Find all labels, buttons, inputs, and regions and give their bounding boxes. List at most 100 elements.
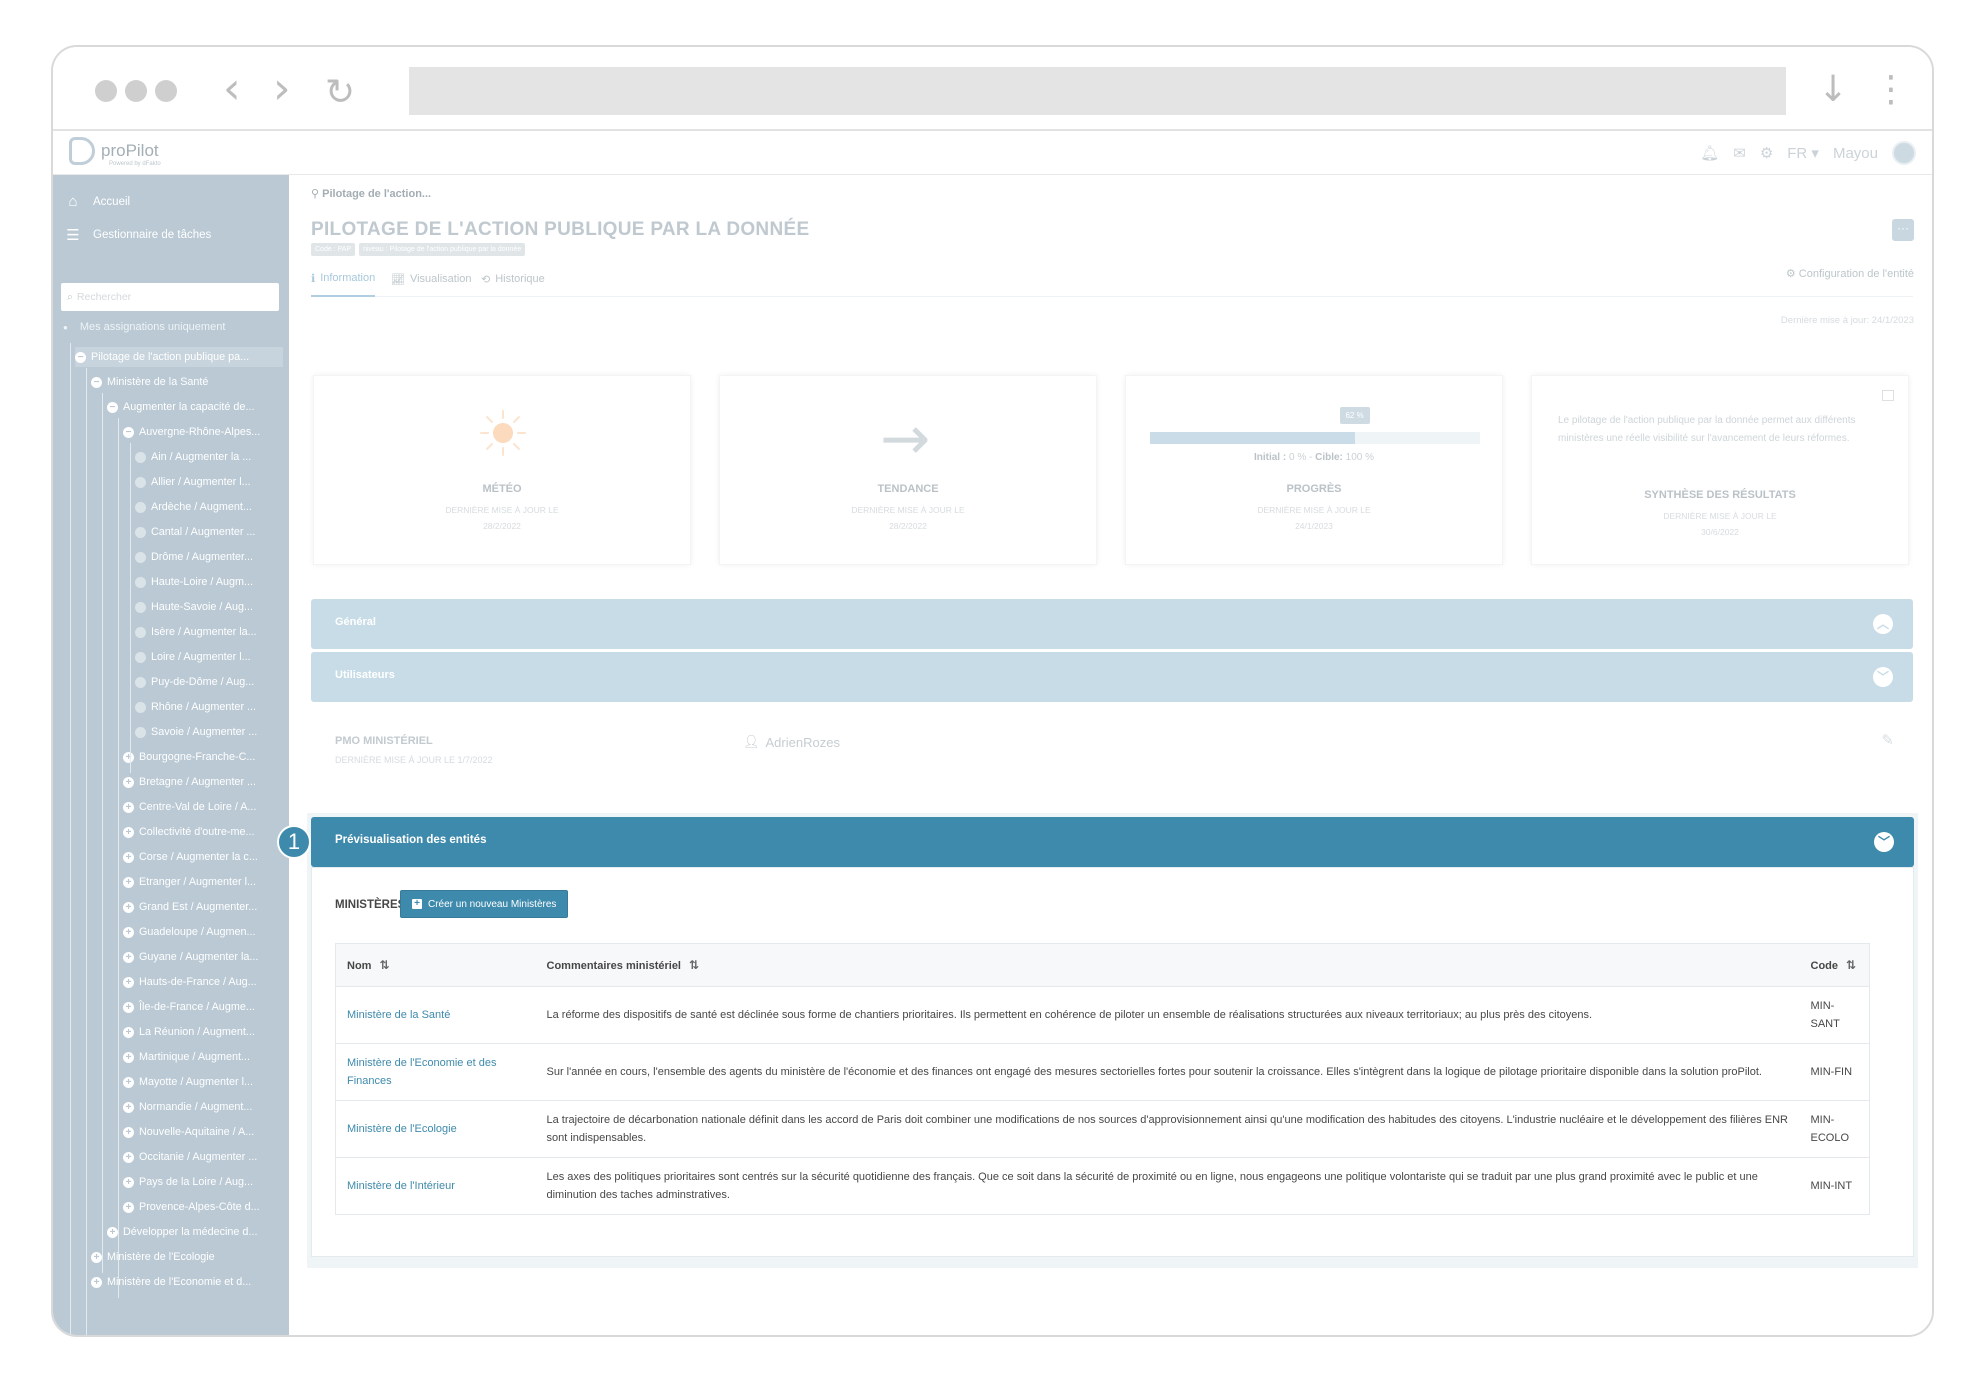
user-name[interactable]: Mayou — [1833, 145, 1878, 162]
sort-icon[interactable]: ⇅ — [379, 958, 389, 972]
synthese-card[interactable]: Le pilotage de l'action publique par la … — [1531, 375, 1909, 565]
expand-icon[interactable]: + — [91, 1251, 102, 1263]
expand-icon[interactable]: + — [123, 1151, 134, 1163]
leaf-dot-icon[interactable] — [135, 651, 146, 663]
tree-node[interactable]: − Augmenter la capacité de... — [107, 397, 283, 417]
assignments-filter[interactable]: ● Mes assignations uniquement — [63, 321, 225, 333]
tree-node[interactable]: + Ministère de l'Economie et d... — [91, 1272, 283, 1292]
sort-icon[interactable]: ⇅ — [1846, 958, 1856, 972]
expand-icon[interactable]: + — [91, 1276, 102, 1288]
ministere-name-link[interactable]: Ministère de la Santé — [335, 986, 536, 1044]
leaf-dot-icon[interactable] — [135, 476, 146, 488]
window-dot-icon[interactable] — [95, 80, 117, 102]
expand-icon[interactable]: + — [123, 1051, 134, 1063]
tree-node[interactable]: Loire / Augmenter l... — [135, 647, 283, 667]
tree-node[interactable]: + Occitanie / Augmenter ... — [123, 1147, 283, 1167]
expand-icon[interactable]: + — [123, 1201, 134, 1213]
tab-information[interactable]: ℹ Information — [311, 267, 376, 297]
window-dot-icon[interactable] — [155, 80, 177, 102]
leaf-dot-icon[interactable] — [135, 501, 146, 513]
tree-node[interactable]: + Collectivité d'outre-me... — [123, 822, 283, 842]
tree-node[interactable]: + Provence-Alpes-Côte d... — [123, 1197, 283, 1217]
image-icon[interactable] — [1882, 390, 1894, 401]
tree-node[interactable]: Cantal / Augmenter ... — [135, 522, 283, 542]
tree-node[interactable]: Puy-de-Dôme / Aug... — [135, 672, 283, 692]
column-header-nom[interactable]: Nom ⇅ — [335, 943, 536, 987]
expand-icon[interactable]: + — [123, 1001, 134, 1013]
breadcrumb[interactable]: ⚲ Pilotage de l'action... — [311, 187, 431, 200]
column-header-code[interactable]: Code ⇅ — [1799, 943, 1870, 987]
leaf-dot-icon[interactable] — [135, 676, 146, 688]
tree-node[interactable]: Haute-Savoie / Aug... — [135, 597, 283, 617]
tree-node[interactable]: + Martinique / Augment... — [123, 1047, 283, 1067]
chevron-down-icon[interactable]: ﹀ — [1873, 667, 1893, 687]
tree-node[interactable]: + Guyane / Augmenter la... — [123, 947, 283, 967]
expand-icon[interactable]: + — [123, 901, 134, 913]
column-header-commentaires[interactable]: Commentaires ministériel ⇅ — [535, 943, 1800, 987]
leaf-dot-icon[interactable] — [135, 626, 146, 638]
forward-arrow-icon[interactable]: › — [273, 67, 291, 111]
sidebar-item-gestionnaire[interactable]: ☰ Gestionnaire de tâches — [63, 226, 211, 244]
sidebar-search-input[interactable]: ⌕ Rechercher — [61, 283, 279, 311]
expand-icon[interactable]: + — [123, 801, 134, 813]
collapse-icon[interactable]: − — [91, 376, 102, 388]
tree-node[interactable]: + Guadeloupe / Augmen... — [123, 922, 283, 942]
tree-node[interactable]: + Nouvelle-Aquitaine / A... — [123, 1122, 283, 1142]
chevron-up-icon[interactable]: ︿ — [1873, 614, 1893, 634]
kebab-menu-icon[interactable]: ⋮ — [1873, 69, 1909, 110]
collapse-icon[interactable]: − — [107, 401, 118, 413]
ministere-name-link[interactable]: Ministère de l'Ecologie — [335, 1100, 536, 1158]
window-dot-icon[interactable] — [125, 80, 147, 102]
expand-icon[interactable]: + — [123, 751, 134, 763]
expand-icon[interactable]: + — [123, 1076, 134, 1088]
collapse-icon[interactable]: − — [123, 426, 134, 438]
ministere-name-link[interactable]: Ministère de l'Economie et des Finances — [335, 1043, 536, 1101]
tab-visualisation[interactable]: 📈︎ Visualisation — [391, 267, 472, 291]
more-button[interactable]: ··· — [1892, 219, 1914, 241]
tree-node[interactable]: Allier / Augmenter l... — [135, 472, 283, 492]
table-row[interactable]: Ministère de l'Ecologie La trajectoire de… — [335, 1100, 1870, 1158]
leaf-dot-icon[interactable] — [135, 526, 146, 538]
tree-node[interactable]: Ain / Augmenter la ... — [135, 447, 283, 467]
create-ministere-button[interactable]: + Créer un nouveau Ministères — [400, 890, 569, 918]
tree-node[interactable]: + Mayotte / Augmenter l... — [123, 1072, 283, 1092]
expand-icon[interactable]: + — [123, 1126, 134, 1138]
tree-node[interactable]: Savoie / Augmenter ... — [135, 722, 283, 742]
tree-node[interactable]: − Pilotage de l'action publique pa... — [75, 347, 283, 367]
expand-icon[interactable]: + — [123, 776, 134, 788]
tree-node[interactable]: + Grand Est / Augmenter... — [123, 897, 283, 917]
download-icon[interactable]: ↓ — [1818, 69, 1848, 110]
expand-icon[interactable]: + — [123, 826, 134, 838]
tree-node[interactable]: + Etranger / Augmenter l... — [123, 872, 283, 892]
language-selector[interactable]: FR ▾ — [1787, 144, 1819, 162]
leaf-dot-icon[interactable] — [135, 701, 146, 713]
tree-node[interactable]: + La Réunion / Augment... — [123, 1022, 283, 1042]
tree-node[interactable]: Haute-Loire / Augm... — [135, 572, 283, 592]
tree-node[interactable]: + Ministère de l'Ecologie — [91, 1247, 283, 1267]
leaf-dot-icon[interactable] — [135, 601, 146, 613]
panel-general[interactable]: Général ︿ — [311, 599, 1913, 649]
tree-node[interactable]: + Normandie / Augment... — [123, 1097, 283, 1117]
edit-icon[interactable]: ✎ — [1881, 731, 1894, 749]
tree-node[interactable]: − Ministère de la Santé — [91, 372, 283, 392]
ministere-name-link[interactable]: Ministère de l'Intérieur — [335, 1157, 536, 1215]
tree-node[interactable]: + Bourgogne-Franche-C... — [123, 747, 283, 767]
reload-icon[interactable]: ↻ — [325, 71, 355, 115]
sort-icon[interactable]: ⇅ — [689, 958, 699, 972]
tab-historique[interactable]: ⟲ Historique — [481, 267, 545, 291]
expand-icon[interactable]: + — [123, 876, 134, 888]
leaf-dot-icon[interactable] — [135, 576, 146, 588]
sidebar-item-accueil[interactable]: ⌂ Accueil — [63, 193, 130, 210]
progres-card[interactable]: 62 % Initial : 0 % - Cible: 100 % PROGRÈ… — [1125, 375, 1503, 565]
gear-icon[interactable]: ⚙ — [1760, 144, 1773, 162]
expand-icon[interactable]: + — [107, 1226, 118, 1238]
tree-node[interactable]: + Centre-Val de Loire / A... — [123, 797, 283, 817]
avatar[interactable] — [1892, 141, 1916, 165]
tree-node[interactable]: + Développer la médecine d... — [107, 1222, 283, 1242]
table-row[interactable]: Ministère de l'Economie et des Finances S… — [335, 1043, 1870, 1101]
tree-node[interactable]: Drôme / Augmenter... — [135, 547, 283, 567]
table-row[interactable]: Ministère de l'Intérieur Les axes des pol… — [335, 1157, 1870, 1215]
expand-icon[interactable]: + — [123, 976, 134, 988]
panel-utilisateurs[interactable]: Utilisateurs ﹀ — [311, 652, 1913, 702]
collapse-icon[interactable]: − — [75, 351, 86, 363]
